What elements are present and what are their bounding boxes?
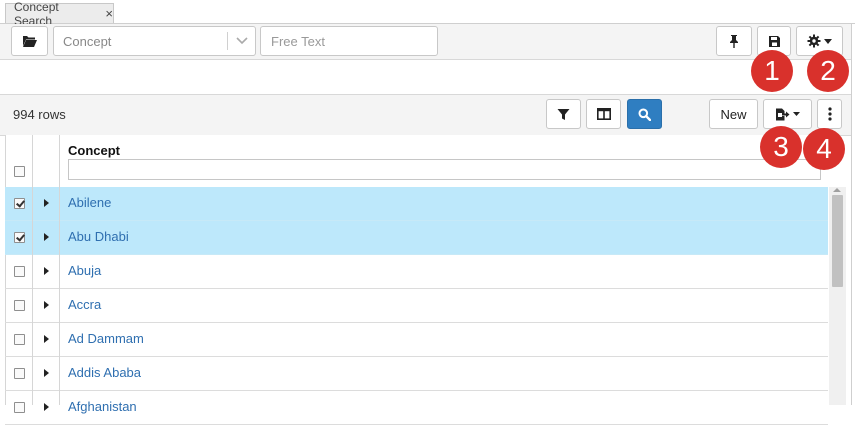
row-checkbox[interactable] <box>14 300 25 311</box>
scroll-up-arrow-icon[interactable] <box>833 188 841 192</box>
chevron-down-icon[interactable] <box>228 37 255 45</box>
callout-badge: 1 <box>751 50 793 92</box>
filter-button[interactable] <box>546 99 581 129</box>
caret-right-icon[interactable] <box>44 403 49 411</box>
pushpin-icon <box>730 35 738 48</box>
more-options-button[interactable] <box>817 99 842 129</box>
concept-combobox[interactable]: Concept <box>53 26 256 56</box>
row-checkbox[interactable] <box>14 198 25 209</box>
folder-open-icon <box>22 36 37 47</box>
caret-right-icon[interactable] <box>44 233 49 241</box>
export-dropdown-button[interactable] <box>763 99 812 129</box>
concept-link[interactable]: Abu Dhabi <box>68 229 129 244</box>
callout-badge: 2 <box>807 50 849 92</box>
tab-strip: Concept Search × <box>0 0 855 28</box>
free-text-input[interactable] <box>260 26 438 56</box>
caret-down-icon <box>793 112 800 116</box>
tab-concept-search[interactable]: Concept Search × <box>5 0 114 28</box>
row-count: 994 rows <box>13 107 66 122</box>
caret-right-icon[interactable] <box>44 199 49 207</box>
scrollbar-thumb[interactable] <box>832 195 843 287</box>
concept-link[interactable]: Addis Ababa <box>68 365 141 380</box>
floppy-disk-icon <box>768 35 780 47</box>
concept-link[interactable]: Abilene <box>68 195 111 210</box>
table-row[interactable]: Abu Dhabi <box>5 221 828 255</box>
caret-right-icon[interactable] <box>44 369 49 377</box>
caret-down-icon <box>824 38 832 44</box>
close-icon[interactable]: × <box>105 6 113 21</box>
callout-badge: 3 <box>760 126 802 168</box>
concept-link[interactable]: Afghanistan <box>68 399 137 414</box>
table-row[interactable]: Accra <box>5 289 828 323</box>
row-checkbox[interactable] <box>14 368 25 379</box>
concept-value: Concept <box>63 33 112 49</box>
new-button[interactable]: New <box>709 99 758 129</box>
table-row[interactable]: Addis Ababa <box>5 357 828 391</box>
search-icon <box>638 108 651 121</box>
columns-icon <box>596 108 611 120</box>
gear-icon <box>807 34 821 48</box>
open-button[interactable] <box>11 26 48 56</box>
vertical-ellipsis-icon <box>827 107 832 121</box>
select-all-checkbox[interactable] <box>14 166 25 177</box>
column-divider <box>59 187 60 405</box>
table-row[interactable]: Abuja <box>5 255 828 289</box>
column-divider <box>32 187 33 405</box>
table-row[interactable]: Ad Dammam <box>5 323 828 357</box>
row-checkbox[interactable] <box>14 334 25 345</box>
concept-column-filter-input[interactable] <box>68 159 821 180</box>
funnel-icon <box>557 108 570 120</box>
caret-right-icon[interactable] <box>44 301 49 309</box>
pin-button[interactable] <box>716 26 752 56</box>
concept-link[interactable]: Accra <box>68 297 101 312</box>
row-checkbox[interactable] <box>14 266 25 277</box>
concept-link[interactable]: Abuja <box>68 263 101 278</box>
caret-right-icon[interactable] <box>44 335 49 343</box>
callout-badge: 4 <box>803 128 845 170</box>
table-row[interactable]: Abilene <box>5 187 828 221</box>
table-row[interactable]: Afghanistan <box>5 391 828 425</box>
row-checkbox[interactable] <box>14 232 25 243</box>
row-checkbox[interactable] <box>14 402 25 413</box>
column-header-concept[interactable]: Concept <box>68 143 120 158</box>
concept-link[interactable]: Ad Dammam <box>68 331 144 346</box>
columns-button[interactable] <box>586 99 621 129</box>
search-button[interactable] <box>627 99 662 129</box>
export-icon <box>776 108 790 120</box>
caret-right-icon[interactable] <box>44 267 49 275</box>
